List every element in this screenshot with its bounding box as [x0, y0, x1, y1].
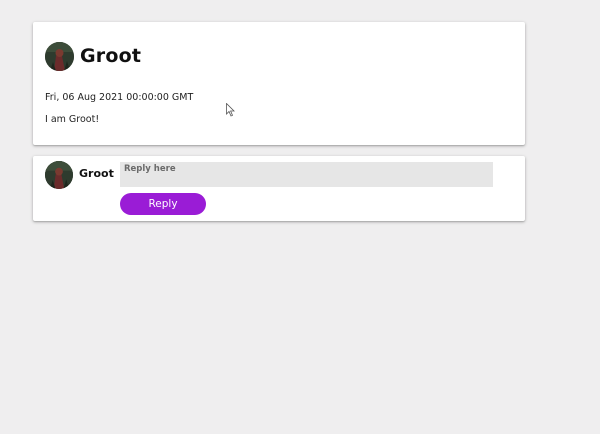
reply-author-name: Groot — [79, 167, 114, 180]
page: Groot Fri, 06 Aug 2021 00:00:00 GMT I am… — [0, 0, 600, 434]
mouse-pointer-icon — [226, 103, 235, 117]
post-author-name: Groot — [80, 45, 142, 67]
reply-card: Groot Reply — [33, 156, 525, 221]
reply-button[interactable]: Reply — [120, 193, 206, 215]
author-avatar-icon — [45, 42, 74, 71]
post-date: Fri, 06 Aug 2021 00:00:00 GMT — [45, 92, 194, 103]
reply-avatar-icon — [45, 161, 73, 189]
post-card: Groot Fri, 06 Aug 2021 00:00:00 GMT I am… — [33, 22, 525, 145]
reply-input[interactable] — [120, 162, 493, 187]
post-body: I am Groot! — [45, 114, 100, 125]
